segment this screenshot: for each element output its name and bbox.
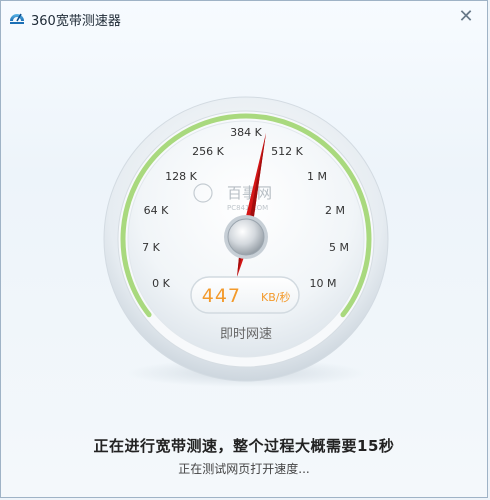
status-sub-text: 正在测试网页打开速度...	[178, 462, 310, 476]
scale-label: 2 M	[325, 204, 345, 217]
scale-label: 512 K	[271, 145, 303, 158]
scale-label: 10 M	[310, 277, 337, 290]
status-main-text: 正在进行宽带测速，整个过程大概需要15秒	[93, 437, 395, 455]
scale-label: 7 K	[142, 241, 160, 254]
scale-label: 128 K	[165, 170, 197, 183]
scale-label: 384 K	[230, 126, 262, 139]
speed-value: 447	[202, 285, 241, 307]
scale-label: 0 K	[152, 277, 170, 290]
scale-label: 64 K	[144, 204, 169, 217]
watermark-text: 百事网	[227, 184, 272, 202]
scale-label: 256 K	[192, 145, 224, 158]
gauge-caption: 即时网速	[220, 327, 272, 342]
gauge-knob	[227, 218, 265, 256]
speed-unit: KB/秒	[261, 290, 290, 304]
speed-gauge: 0 K 7 K 64 K 128 K 256 K 384 K 512 K 1 M…	[103, 96, 389, 387]
scale-label: 1 M	[307, 170, 327, 183]
app-window: 360宽带测速器 ✕ 0 K 7 K 64 K 128 K 256 K 384 …	[0, 0, 488, 498]
scale-label: 5 M	[329, 241, 349, 254]
